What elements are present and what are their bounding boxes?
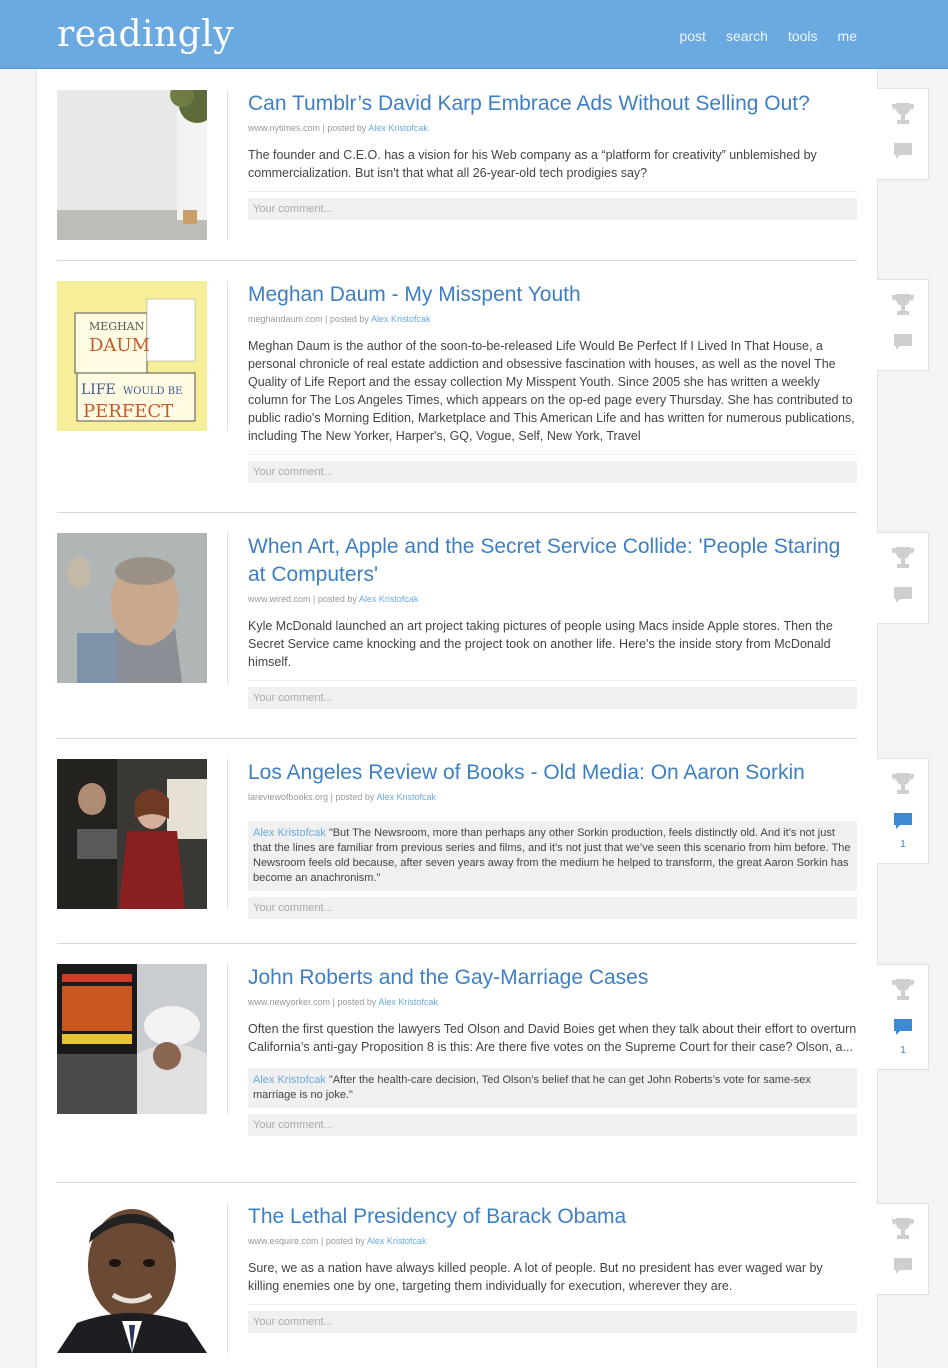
post-thumbnail[interactable] <box>57 759 207 909</box>
comment-icon[interactable] <box>893 1017 913 1037</box>
nav-search[interactable]: search <box>726 28 768 44</box>
post-source[interactable]: www.newyorker.com <box>248 997 330 1007</box>
post-thumbnail[interactable] <box>57 90 207 240</box>
trophy-icon[interactable] <box>892 1216 914 1242</box>
post-author[interactable]: Alex Kristofcak <box>376 792 436 802</box>
comment-icon[interactable] <box>893 1256 913 1276</box>
comment-input[interactable] <box>248 1311 857 1333</box>
post-thumbnail[interactable] <box>57 964 207 1114</box>
post-meta: www.esquire.com | posted by Alex Kristof… <box>248 1236 427 1246</box>
post-thumbnail[interactable] <box>57 1203 207 1353</box>
quote-author[interactable]: Alex Kristofcak <box>253 827 326 839</box>
post-summary: Sure, we as a nation have always killed … <box>248 1261 823 1293</box>
post-source[interactable]: www.wired.com <box>248 594 311 604</box>
post-actions <box>877 1203 929 1295</box>
quote-text: "But The Newsroom, more than perhaps any… <box>253 827 851 884</box>
feed-panel <box>36 69 878 1368</box>
svg-text:MEGHAN: MEGHAN <box>89 320 145 333</box>
post-actions <box>877 279 929 371</box>
comment-input[interactable] <box>248 1114 857 1136</box>
comment-count: 1 <box>900 839 906 850</box>
trophy-icon[interactable] <box>892 292 914 318</box>
comment-input[interactable] <box>248 461 857 483</box>
svg-text:WOULD BE: WOULD BE <box>123 386 182 397</box>
post-author[interactable]: Alex Kristofcak <box>359 594 419 604</box>
quote-box: Alex Kristofcak "After the health-care d… <box>248 1068 857 1108</box>
logo[interactable]: readingly <box>57 14 234 55</box>
comment-input[interactable] <box>248 687 857 709</box>
nav-me[interactable]: me <box>838 28 857 44</box>
post-thumbnail[interactable] <box>57 533 207 683</box>
post-actions: 1 <box>877 758 929 864</box>
post-meta: meghandaum.com | posted by Alex Kristofc… <box>248 314 431 324</box>
comment-input[interactable] <box>248 897 857 919</box>
top-bar: readingly post search tools me <box>0 0 948 69</box>
svg-text:PERFECT: PERFECT <box>83 401 173 422</box>
comment-icon[interactable] <box>893 332 913 352</box>
comment-input[interactable] <box>248 198 857 220</box>
trophy-icon[interactable] <box>892 771 914 797</box>
quote-author[interactable]: Alex Kristofcak <box>253 1074 326 1086</box>
post-actions <box>877 532 929 624</box>
comment-icon[interactable] <box>893 811 913 831</box>
post-title[interactable]: The Lethal Presidency of Barack Obama <box>248 1203 857 1231</box>
post-author[interactable]: Alex Kristofcak <box>378 997 438 1007</box>
post-title[interactable]: John Roberts and the Gay-Marriage Cases <box>248 964 857 992</box>
post-title[interactable]: Los Angeles Review of Books - Old Media:… <box>248 759 857 787</box>
comment-icon[interactable] <box>893 585 913 605</box>
post-source[interactable]: www.esquire.com <box>248 1236 319 1246</box>
nav-post[interactable]: post <box>679 28 705 44</box>
post-source[interactable]: meghandaum.com <box>248 314 323 324</box>
quote-text: "After the health-care decision, Ted Ols… <box>253 1074 811 1101</box>
post-summary: Meghan Daum is the author of the soon-to… <box>248 339 855 443</box>
post-actions <box>877 88 929 180</box>
trophy-icon[interactable] <box>892 977 914 1003</box>
post-meta: www.nytimes.com | posted by Alex Kristof… <box>248 123 428 133</box>
post-title[interactable]: When Art, Apple and the Secret Service C… <box>248 533 857 589</box>
post-meta: lareviewofbooks.org | posted by Alex Kri… <box>248 792 436 802</box>
post-summary: Kyle McDonald launched an art project ta… <box>248 619 833 669</box>
post-author[interactable]: Alex Kristofcak <box>368 123 428 133</box>
svg-text:DAUM: DAUM <box>89 335 150 356</box>
post-thumbnail[interactable]: MEGHAN DAUM LIFE WOULD BE PERFECT <box>57 281 207 431</box>
post-summary: The founder and C.E.O. has a vision for … <box>248 148 817 180</box>
post-title[interactable]: Meghan Daum - My Misspent Youth <box>248 281 857 309</box>
post-meta: www.wired.com | posted by Alex Kristofca… <box>248 594 419 604</box>
post-author[interactable]: Alex Kristofcak <box>371 314 431 324</box>
post-meta: www.newyorker.com | posted by Alex Krist… <box>248 997 438 1007</box>
post-summary: Often the first question the lawyers Ted… <box>248 1022 857 1054</box>
comment-count: 1 <box>900 1045 906 1056</box>
trophy-icon[interactable] <box>892 545 914 571</box>
svg-text:LIFE: LIFE <box>81 382 116 398</box>
nav-tools[interactable]: tools <box>788 28 818 44</box>
post-author[interactable]: Alex Kristofcak <box>367 1236 427 1246</box>
trophy-icon[interactable] <box>892 101 914 127</box>
post-source[interactable]: www.nytimes.com <box>248 123 320 133</box>
post-title[interactable]: Can Tumblr’s David Karp Embrace Ads With… <box>248 90 857 118</box>
main-nav: post search tools me <box>679 28 857 44</box>
post-source[interactable]: lareviewofbooks.org <box>248 792 328 802</box>
comment-icon[interactable] <box>893 141 913 161</box>
quote-box: Alex Kristofcak "But The Newsroom, more … <box>248 821 857 891</box>
post-actions: 1 <box>877 964 929 1070</box>
